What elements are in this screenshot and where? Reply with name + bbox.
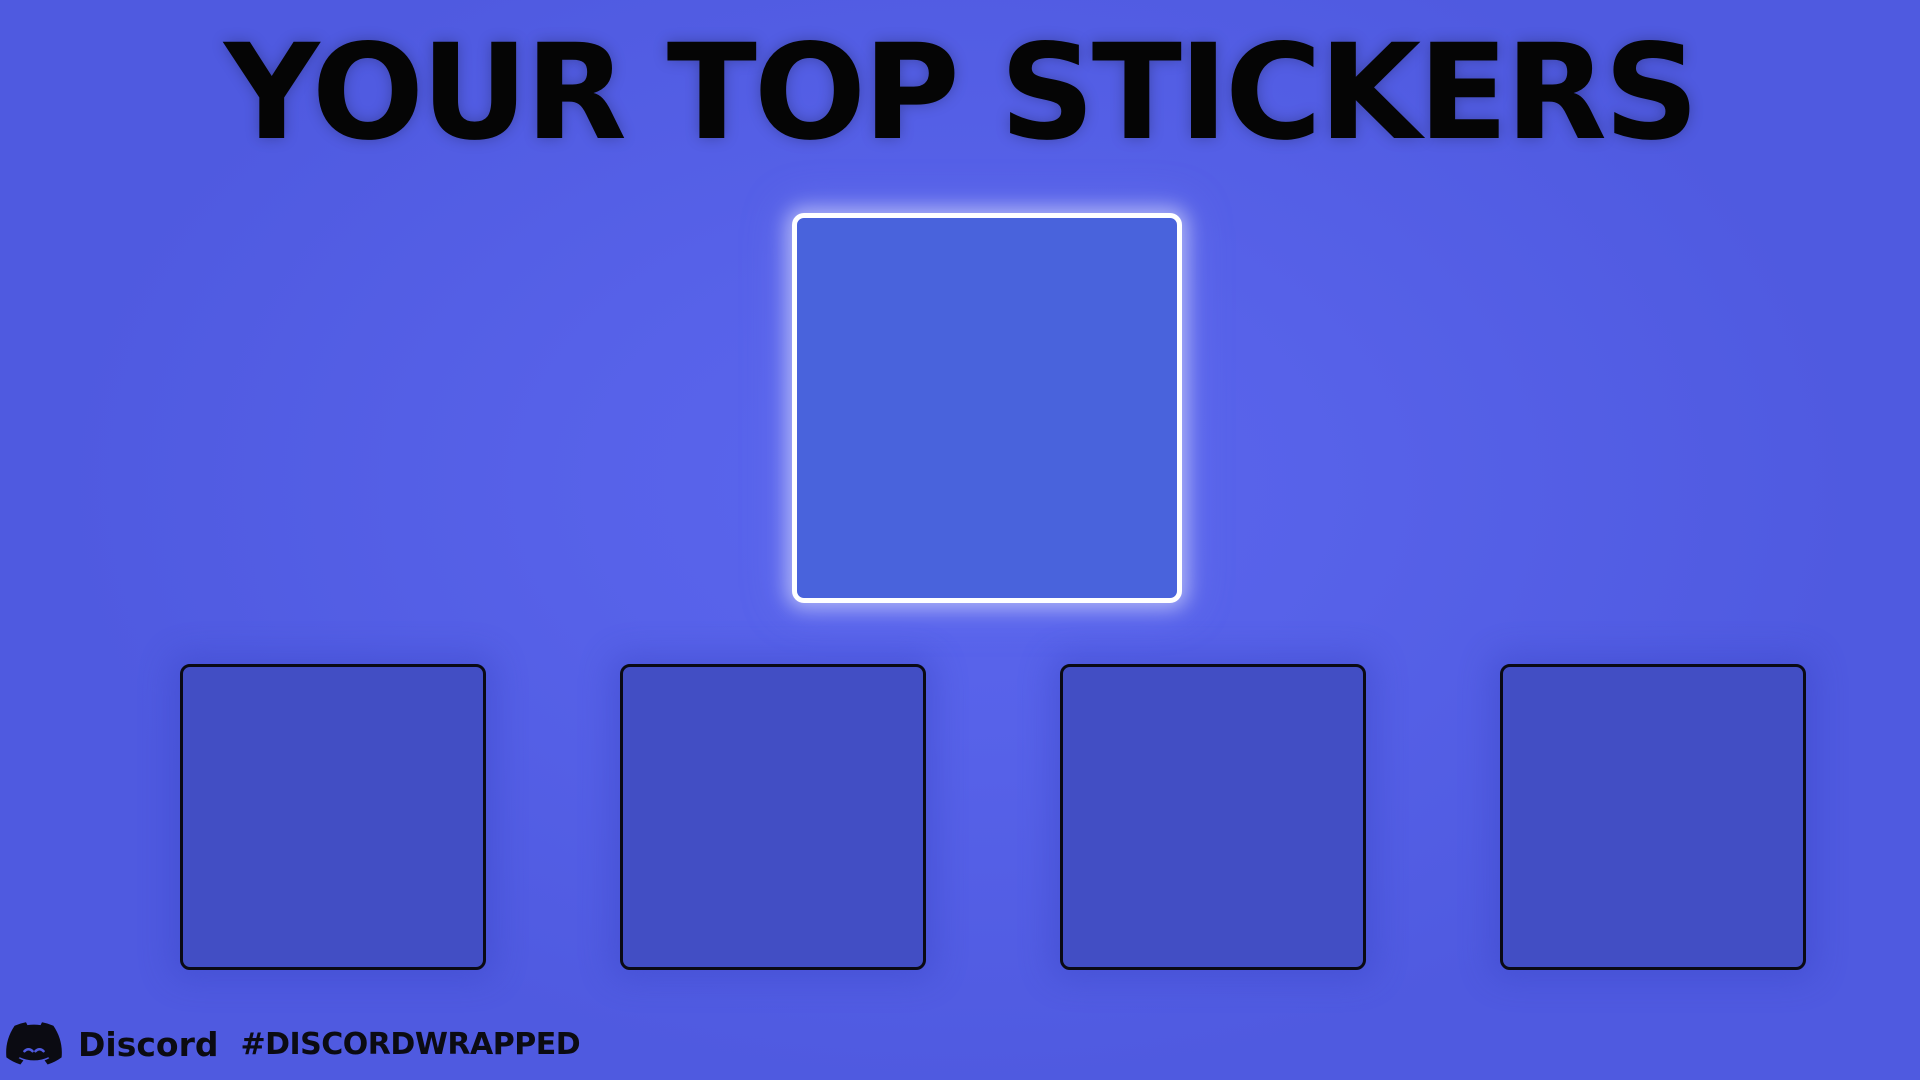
hashtag-label: #DISCORDWRAPPED (240, 1026, 581, 1062)
discord-logo-icon (6, 1022, 62, 1066)
footer: Discord #DISCORDWRAPPED (6, 1020, 581, 1068)
sticker-slot-4[interactable] (1060, 664, 1366, 970)
discord-wordmark: Discord (78, 1024, 219, 1064)
sticker-slot-5[interactable] (1500, 664, 1806, 970)
page-title: YOUR TOP STICKERS (223, 16, 1699, 170)
top-sticker-slot[interactable] (792, 213, 1182, 603)
sticker-slot-3[interactable] (620, 664, 926, 970)
sticker-slot-2[interactable] (180, 664, 486, 970)
